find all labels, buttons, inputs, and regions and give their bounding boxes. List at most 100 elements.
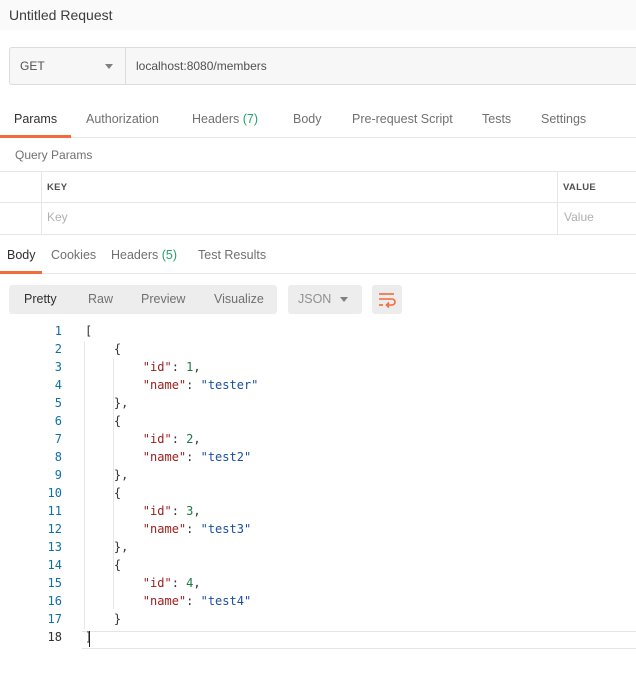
code-line: 8 "name": "test2"	[0, 449, 636, 467]
code-line: 16 "name": "test4"	[0, 593, 636, 611]
code-text: "id": 2,	[142, 432, 201, 446]
code-text: }	[85, 612, 122, 626]
tab-settings[interactable]: Settings	[541, 112, 586, 126]
code-line: 14 {	[0, 557, 636, 575]
code-line: 11 "id": 3,	[0, 503, 636, 521]
tab-label: Body	[293, 112, 322, 126]
line-number: 12	[47, 522, 62, 536]
column-divider	[41, 172, 42, 234]
key-column-header: KEY	[47, 182, 68, 193]
tab-test-results[interactable]: Test Results	[198, 248, 266, 262]
code-line: 3 "id": 1,	[0, 359, 636, 377]
tab-cookies[interactable]: Cookies	[51, 248, 96, 262]
code-line: 15 "id": 4,	[0, 575, 636, 593]
query-params-table: KEY VALUE Key Value	[0, 171, 636, 235]
code-line: 4 "name": "tester"	[0, 377, 636, 395]
code-text: "name": "test2"	[142, 450, 252, 464]
code-text: },	[85, 396, 129, 410]
code-text: {	[85, 558, 122, 572]
wrap-lines-button[interactable]	[372, 285, 402, 314]
request-tabs: Params Authorization Headers (7) Body Pr…	[0, 104, 636, 138]
code-text: "name": "test3"	[142, 522, 252, 536]
value-column-header: VALUE	[563, 182, 596, 193]
code-text: {	[85, 486, 122, 500]
line-number: 18	[47, 630, 62, 644]
value-input[interactable]: Value	[564, 210, 594, 224]
code-line: 6 {	[0, 413, 636, 431]
response-tabs: Body Cookies Headers (5) Test Results	[0, 240, 636, 274]
row-divider	[0, 202, 636, 203]
code-text: [	[85, 324, 93, 338]
query-params-heading: Query Params	[15, 148, 93, 162]
line-number: 2	[54, 342, 62, 356]
tab-body[interactable]: Body	[293, 112, 322, 126]
code-line: 9 },	[0, 467, 636, 485]
line-number: 4	[54, 378, 62, 392]
code-line: 7 "id": 2,	[0, 431, 636, 449]
code-text: {	[85, 414, 122, 428]
tab-label: Headers	[111, 248, 159, 262]
tab-label: Params	[14, 112, 58, 126]
code-text: {	[85, 342, 122, 356]
request-title[interactable]: Untitled Request	[9, 7, 113, 23]
column-divider	[557, 172, 558, 234]
tab-response-headers[interactable]: Headers (5)	[111, 248, 177, 262]
tab-authorization[interactable]: Authorization	[86, 112, 159, 126]
tab-label: Tests	[482, 112, 512, 126]
view-pretty-button[interactable]: Pretty	[24, 292, 57, 306]
code-text: },	[85, 540, 129, 554]
tab-label: Headers	[192, 112, 240, 126]
line-number: 16	[47, 594, 62, 608]
line-number: 9	[54, 468, 62, 482]
chevron-down-icon	[105, 64, 113, 69]
line-number: 10	[47, 486, 62, 500]
tab-count: (7)	[242, 112, 259, 126]
tab-count: (5)	[161, 248, 178, 262]
view-raw-button[interactable]: Raw	[88, 292, 113, 306]
text-cursor	[89, 631, 90, 647]
tab-label: Body	[7, 248, 36, 262]
view-preview-button[interactable]: Preview	[141, 292, 185, 306]
format-label: JSON	[298, 292, 332, 306]
code-line: 1[	[0, 323, 636, 341]
code-line: 5 },	[0, 395, 636, 413]
code-line: 10 {	[0, 485, 636, 503]
active-tab-indicator	[0, 135, 71, 138]
line-number: 13	[47, 540, 62, 554]
tab-label: Settings	[541, 112, 587, 126]
tab-response-body[interactable]: Body	[7, 248, 36, 262]
view-mode-toolbar: Pretty Raw Preview Visualize	[9, 285, 277, 314]
line-number: 14	[47, 558, 62, 572]
chevron-down-icon	[340, 297, 348, 302]
tab-label: Cookies	[51, 248, 97, 262]
tab-label: Pre-request Script	[352, 112, 453, 126]
code-line: 13 },	[0, 539, 636, 557]
tab-label: Authorization	[86, 112, 159, 126]
code-text: "id": 4,	[142, 576, 201, 590]
line-number: 3	[54, 360, 62, 374]
tab-params[interactable]: Params	[14, 112, 57, 126]
tab-label: Test Results	[198, 248, 267, 262]
code-text: },	[85, 468, 129, 482]
code-line: 18]	[0, 629, 636, 647]
line-number: 11	[47, 504, 62, 518]
request-url-bar: GET localhost:8080/members	[9, 47, 636, 85]
key-input[interactable]: Key	[47, 210, 68, 224]
method-selector[interactable]: GET	[10, 48, 126, 84]
method-label: GET	[20, 59, 45, 73]
line-number: 1	[54, 324, 62, 338]
url-input[interactable]: localhost:8080/members	[136, 59, 267, 73]
tab-pre-request-script[interactable]: Pre-request Script	[352, 112, 453, 126]
format-selector[interactable]: JSON	[288, 285, 362, 314]
code-text: "id": 1,	[142, 360, 201, 374]
line-number: 8	[54, 450, 62, 464]
code-line: 17 }	[0, 611, 636, 629]
line-number: 15	[47, 576, 62, 590]
line-number: 5	[54, 396, 62, 410]
tab-tests[interactable]: Tests	[482, 112, 511, 126]
wrap-lines-icon	[379, 293, 396, 309]
view-visualize-button[interactable]: Visualize	[214, 292, 264, 306]
active-tab-indicator	[0, 271, 42, 274]
tab-headers[interactable]: Headers (7)	[192, 112, 258, 126]
line-number: 17	[47, 612, 62, 626]
